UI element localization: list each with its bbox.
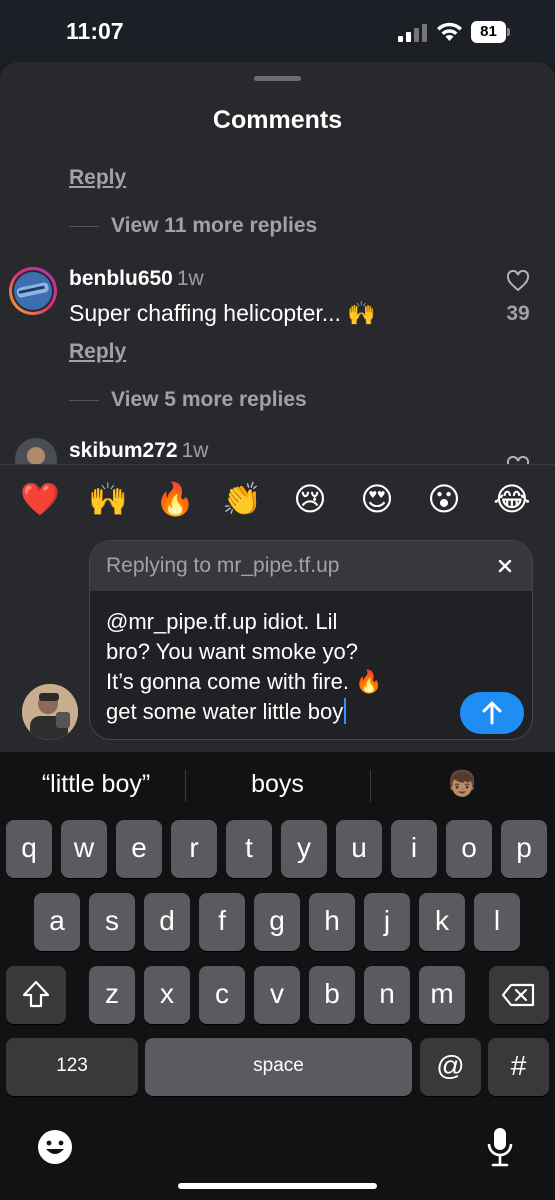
replying-to-label: Replying to mr_pipe.tf.up: [106, 554, 340, 577]
key-y[interactable]: y: [281, 820, 327, 878]
comment-username[interactable]: skibum272 1w: [69, 439, 208, 463]
key-p[interactable]: p: [501, 820, 547, 878]
reply-button[interactable]: Reply: [69, 166, 126, 190]
key-z[interactable]: z: [89, 966, 135, 1024]
emoji-quick-bar: ❤️ 🙌 🔥 👏 😢 😍 😮 😂: [0, 464, 555, 536]
home-indicator[interactable]: [178, 1183, 377, 1189]
my-avatar: [22, 684, 78, 740]
key-c[interactable]: c: [199, 966, 245, 1024]
view-more-replies[interactable]: View 11 more replies: [69, 212, 317, 240]
key-u[interactable]: u: [336, 820, 382, 878]
shift-key[interactable]: [6, 966, 66, 1024]
arrow-up-icon: [482, 701, 502, 725]
sheet-title: Comments: [212, 106, 343, 134]
key-j[interactable]: j: [364, 893, 410, 951]
close-icon[interactable]: [495, 556, 515, 576]
avatar[interactable]: [15, 438, 57, 464]
avatar[interactable]: [8, 266, 58, 316]
cellular-signal-icon: [398, 24, 428, 42]
comment-composer: Replying to mr_pipe.tf.up @mr_pipe.tf.up…: [89, 540, 533, 740]
key-a[interactable]: a: [34, 893, 80, 951]
keyboard: “little boy” boys 👦🏽 q w e r t y u i o p…: [0, 752, 555, 1200]
key-h[interactable]: h: [309, 893, 355, 951]
text-cursor: [344, 698, 347, 724]
emoji-heart-eyes[interactable]: 😍: [357, 479, 397, 519]
key-v[interactable]: v: [254, 966, 300, 1024]
battery-level: 81: [471, 21, 506, 43]
space-key[interactable]: space: [145, 1038, 412, 1096]
key-d[interactable]: d: [144, 893, 190, 951]
emoji-clapping[interactable]: 👏: [222, 479, 262, 519]
hash-key[interactable]: #: [488, 1038, 549, 1096]
reply-button[interactable]: Reply: [69, 340, 126, 364]
key-q[interactable]: q: [6, 820, 52, 878]
comments-sheet: Comments Reply View 11 more replies benb…: [0, 62, 555, 752]
shift-icon: [22, 980, 50, 1008]
sheet-grabber[interactable]: [254, 76, 301, 81]
emoji-crying[interactable]: 😢: [290, 479, 330, 519]
key-s[interactable]: s: [89, 893, 135, 951]
like-count: 39: [506, 302, 530, 325]
comment-age: 1w: [176, 267, 204, 290]
key-b[interactable]: b: [309, 966, 355, 1024]
key-g[interactable]: g: [254, 893, 300, 951]
heart-icon[interactable]: [506, 270, 530, 292]
status-time: 11:07: [66, 18, 124, 44]
comment-input[interactable]: @mr_pipe.tf.up idiot. Lil bro? You want …: [106, 607, 456, 727]
key-e[interactable]: e: [116, 820, 162, 878]
send-button[interactable]: [460, 692, 524, 734]
heart-icon[interactable]: [506, 456, 530, 464]
replying-to-bar: Replying to mr_pipe.tf.up: [90, 541, 532, 591]
at-key[interactable]: @: [420, 1038, 481, 1096]
suggestion-1[interactable]: “little boy”: [10, 770, 182, 799]
key-k[interactable]: k: [419, 893, 465, 951]
predictive-bar: “little boy” boys 👦🏽: [0, 752, 555, 818]
status-bar: 11:07 81: [0, 0, 555, 62]
view-more-replies-label: View 11 more replies: [111, 214, 318, 237]
key-w[interactable]: w: [61, 820, 107, 878]
key-m[interactable]: m: [419, 966, 465, 1024]
view-more-replies[interactable]: View 5 more replies: [69, 386, 307, 414]
numbers-key[interactable]: 123: [6, 1038, 138, 1096]
emoji-raising-hands[interactable]: 🙌: [88, 479, 128, 519]
emoji-heart[interactable]: ❤️: [20, 479, 60, 519]
delete-key[interactable]: [489, 966, 549, 1024]
key-n[interactable]: n: [364, 966, 410, 1024]
battery-icon: 81: [471, 21, 511, 43]
comment-text: Super chaffing helicopter... 🙌: [69, 300, 376, 326]
key-i[interactable]: i: [391, 820, 437, 878]
view-more-replies-label: View 5 more replies: [111, 388, 307, 411]
emoji-surprised[interactable]: 😮: [424, 479, 464, 519]
key-x[interactable]: x: [144, 966, 190, 1024]
emoji-fire[interactable]: 🔥: [155, 479, 195, 519]
microphone-icon[interactable]: [484, 1126, 516, 1168]
comment-username[interactable]: benblu650 1w: [69, 267, 204, 291]
emoji-keyboard-icon[interactable]: [36, 1128, 74, 1166]
key-l[interactable]: l: [474, 893, 520, 951]
backspace-icon: [501, 983, 535, 1007]
emoji-laughing[interactable]: 😂: [492, 479, 532, 519]
comments-list[interactable]: Reply View 11 more replies benblu650 1w …: [0, 150, 555, 464]
comment-input-text: @mr_pipe.tf.up idiot. Lil bro? You want …: [106, 609, 383, 724]
key-r[interactable]: r: [171, 820, 217, 878]
wifi-icon: [437, 22, 462, 41]
key-t[interactable]: t: [226, 820, 272, 878]
comment-age: 1w: [181, 439, 209, 462]
suggestion-2[interactable]: boys: [190, 770, 365, 799]
key-o[interactable]: o: [446, 820, 492, 878]
key-f[interactable]: f: [199, 893, 245, 951]
suggestion-3[interactable]: 👦🏽: [375, 770, 550, 799]
